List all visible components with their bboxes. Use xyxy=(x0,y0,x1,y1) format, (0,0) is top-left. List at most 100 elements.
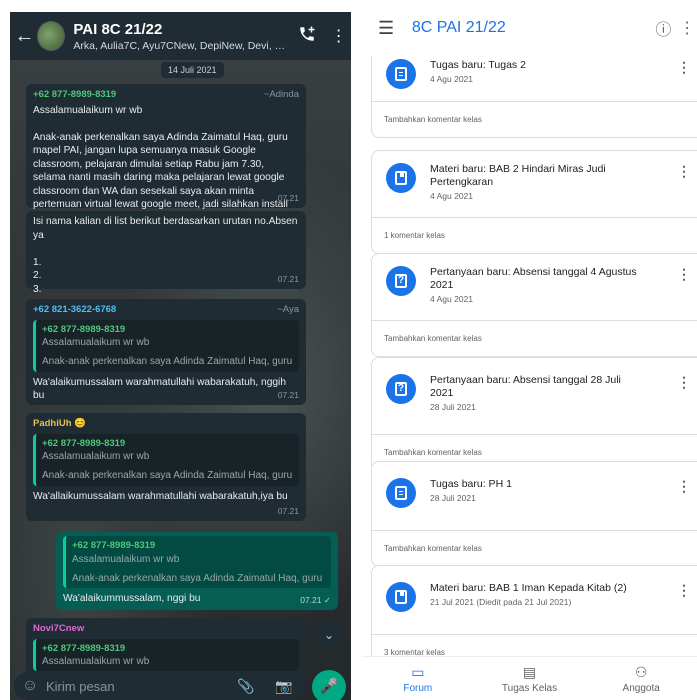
date-chip: 14 Juli 2021 xyxy=(161,62,224,78)
add-class-comment[interactable]: Tambahkan komentar kelas xyxy=(372,530,697,566)
message-sender[interactable]: PadhiUh 😊 xyxy=(33,417,299,431)
message-sender[interactable]: +62 821-3622-6768 ~Aya xyxy=(33,303,299,317)
chat-title: PAI 8C 21/22 xyxy=(73,20,163,38)
camera-icon[interactable]: 📷 xyxy=(266,678,302,695)
nav-label: Tugas Kelas xyxy=(501,682,558,694)
card-title: Tugas baru: PH 1 xyxy=(430,478,512,490)
emoji-icon[interactable]: ☺ xyxy=(14,677,46,695)
message-text: Wa'alaikumussalam warahmatullahi wabarak… xyxy=(33,376,286,402)
message-time: 07.21 xyxy=(277,273,299,284)
message-sender[interactable]: Novi7Cnew xyxy=(33,622,299,636)
message-time: 07.21 xyxy=(277,505,299,516)
info-icon[interactable]: ⓘ xyxy=(649,16,677,40)
add-call-icon[interactable] xyxy=(288,25,326,48)
forum-icon: ▭ xyxy=(411,663,425,680)
message-input[interactable]: Kirim pesan xyxy=(46,679,226,694)
stream-card[interactable]: ? Pertanyaan baru: Absensi tanggal 28 Ju… xyxy=(371,357,697,471)
sender-nickname: ~Aya xyxy=(277,304,299,315)
quoted-sender: +62 877-8989-8319 xyxy=(42,642,126,654)
stream-card[interactable]: Materi baru: BAB 2 Hindari Miras Judi Pe… xyxy=(371,150,697,254)
nav-classwork[interactable]: ▤ Tugas Kelas xyxy=(474,657,586,700)
message-sender[interactable]: +62 877-8989-8319 ~Adinda xyxy=(33,88,299,102)
classroom-stream-screen: ☰ 8C PAI 21/22 ⓘ ⋮ Tugas baru: Tugas 2 4… xyxy=(362,0,697,700)
card-date: 28 Juli 2021 xyxy=(430,493,476,503)
quoted-message[interactable]: +62 877-8989-8319 Assalamualaikum wr wb … xyxy=(33,319,299,372)
group-avatar[interactable] xyxy=(36,21,66,51)
more-options-icon[interactable]: ⋮ xyxy=(677,18,697,38)
class-title: 8C PAI 21/22 xyxy=(411,19,506,36)
card-date: 28 Juli 2021 xyxy=(430,402,476,412)
outgoing-message-bubble[interactable]: +62 877-8989-8319 Assalamualaikum wr wb … xyxy=(56,532,338,610)
message-time: 07.21 xyxy=(277,192,299,203)
chat-header: ← PAI 8C 21/22 Arka, Aulia7C, Ayu7CNew, … xyxy=(10,12,351,60)
message-bubble[interactable]: Novi7Cnew +62 877-8989-8319 Assalamualai… xyxy=(26,618,306,678)
back-arrow-icon[interactable]: ← xyxy=(14,25,35,48)
quoted-text-preview: Anak-anak perkenalkan saya Adinda Zaimat… xyxy=(72,572,325,584)
classroom-header: ☰ 8C PAI 21/22 ⓘ ⋮ xyxy=(362,0,697,56)
sender-phone: +62 821-3622-6768 xyxy=(33,304,117,315)
card-title: Pertanyaan baru: Absensi tanggal 28 Juli… xyxy=(430,374,621,399)
quoted-text: Assalamualaikum wr wb xyxy=(42,656,150,667)
message-text: Wa'allaikumussalam warahmatullahi wabara… xyxy=(33,490,288,502)
quoted-text: Assalamualaikum wr wb xyxy=(42,337,150,348)
assignment-icon xyxy=(386,478,416,508)
quoted-sender: +62 877-8989-8319 xyxy=(72,540,156,551)
question-icon: ? xyxy=(386,266,416,296)
quoted-sender: +62 877-8989-8319 xyxy=(42,323,126,335)
card-date: 21 Jul 2021 (Diedit pada 21 Jul 2021) xyxy=(430,597,572,607)
chat-title-block[interactable]: PAI 8C 21/22 Arka, Aulia7C, Ayu7CNew, De… xyxy=(73,21,288,52)
people-icon: ⚇ xyxy=(634,663,648,680)
message-text: Isi nama kalian di list berikut berdasar… xyxy=(33,216,298,295)
message-time: 07.21 xyxy=(277,389,299,400)
card-more-icon[interactable]: ⋮ xyxy=(677,374,691,391)
message-bubble[interactable]: +62 877-8989-8319 ~Adinda Assalamualaiku… xyxy=(26,84,306,224)
card-title: Materi baru: BAB 1 Iman Kepada Kitab (2) xyxy=(430,582,627,594)
menu-icon[interactable]: ☰ xyxy=(378,18,398,39)
message-bubble[interactable]: PadhiUh 😊 +62 877-8989-8319 Assalamualai… xyxy=(26,413,306,521)
stream-card[interactable]: Tugas baru: PH 1 28 Juli 2021 ⋮ Tambahka… xyxy=(371,461,697,567)
message-bubble[interactable]: +62 821-3622-6768 ~Aya +62 877-8989-8319… xyxy=(26,299,306,405)
quoted-text-preview: Anak-anak perkenalkan saya Adinda Zaimat… xyxy=(42,356,293,367)
card-title: Materi baru: BAB 2 Hindari Miras Judi Pe… xyxy=(430,163,606,188)
quoted-message[interactable]: +62 877-8989-8319 Assalamualaikum wr wb … xyxy=(33,433,299,486)
message-bubble[interactable]: Isi nama kalian di list berikut berdasar… xyxy=(26,211,306,295)
card-more-icon[interactable]: ⋮ xyxy=(677,59,691,76)
whatsapp-chat-screen: ← PAI 8C 21/22 Arka, Aulia7C, Ayu7CNew, … xyxy=(10,12,351,700)
more-options-icon[interactable]: ⋮ xyxy=(326,26,351,46)
stream-card[interactable]: ? Pertanyaan baru: Absensi tanggal 4 Agu… xyxy=(371,253,697,357)
sender-phone: +62 877-8989-8319 xyxy=(33,89,117,100)
card-more-icon[interactable]: ⋮ xyxy=(677,266,691,283)
card-date: 4 Agu 2021 xyxy=(430,191,474,201)
nav-label: Anggota xyxy=(622,682,660,694)
card-more-icon[interactable]: ⋮ xyxy=(677,582,691,599)
message-text: Wa'alaikummussalam, nggi bu xyxy=(63,593,201,604)
sender-nickname: ~Adinda xyxy=(263,89,299,100)
quoted-text-preview: Anak-anak perkenalkan saya Adinda Zaimat… xyxy=(42,470,293,481)
message-text: Assalamualaikum wr wb Anak-anak perkenal… xyxy=(33,104,288,224)
material-icon xyxy=(386,582,416,612)
attach-icon[interactable]: 📎 xyxy=(226,678,266,695)
chat-participants: Arka, Aulia7C, Ayu7CNew, DepiNew, Devi, … xyxy=(73,39,289,52)
nav-label: Forum xyxy=(403,682,433,694)
mic-icon[interactable]: 🎤 xyxy=(312,670,346,700)
nav-forum[interactable]: ▭ Forum xyxy=(362,657,474,700)
class-comment-count[interactable]: 1 komentar kelas xyxy=(372,217,697,253)
card-more-icon[interactable]: ⋮ xyxy=(677,478,691,495)
add-class-comment[interactable]: Tambahkan komentar kelas xyxy=(372,320,697,356)
message-input-bar[interactable]: ☺ Kirim pesan 📎 📷 xyxy=(14,672,306,700)
bottom-navigation: ▭ Forum ▤ Tugas Kelas ⚇ Anggota xyxy=(362,656,697,700)
quoted-message[interactable]: +62 877-8989-8319 Assalamualaikum wr wb xyxy=(33,638,299,671)
card-date: 4 Agu 2021 xyxy=(430,294,474,304)
classwork-icon: ▤ xyxy=(522,663,537,680)
quoted-sender: +62 877-8989-8319 xyxy=(42,437,126,449)
question-icon: ? xyxy=(386,374,416,404)
card-more-icon[interactable]: ⋮ xyxy=(677,163,691,180)
scroll-down-icon[interactable]: ⌄ xyxy=(316,622,342,648)
card-date: 4 Agu 2021 xyxy=(430,74,474,84)
quoted-message[interactable]: +62 877-8989-8319 Assalamualaikum wr wb … xyxy=(63,536,331,588)
nav-people[interactable]: ⚇ Anggota xyxy=(585,657,697,700)
message-time: 07.21 ✓ xyxy=(300,594,331,605)
card-title: Tugas baru: Tugas 2 xyxy=(430,59,526,71)
add-class-comment[interactable]: Tambahkan komentar kelas xyxy=(372,101,697,137)
quoted-text: Assalamualaikum wr wb xyxy=(42,451,150,462)
